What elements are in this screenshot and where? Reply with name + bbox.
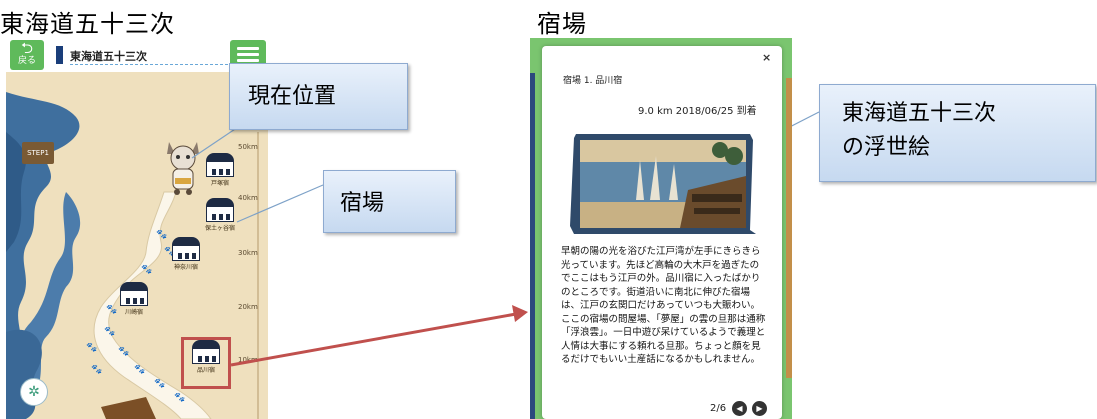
svg-text:🐾: 🐾: [118, 346, 129, 357]
back-button[interactable]: ⮌ 戻る: [10, 40, 44, 70]
current-position-marker: [161, 138, 205, 198]
callout-ukiyoe: 東海道五十三次 の浮世絵: [819, 84, 1096, 182]
station-totsuka[interactable]: 戸塚宿: [204, 153, 236, 187]
station-kawasaki[interactable]: 川崎宿: [118, 282, 150, 316]
station-description: 早朝の陽の光を浴びた江戸湾が左手にきらきら光っています。先ほど高輪の大木戸を過ぎ…: [561, 246, 766, 365]
station-roof: [120, 282, 148, 291]
back-arrow-icon: ⮌: [20, 39, 33, 57]
station-detail-screen: × 宿場 1. 品川宿 9.0 km 2018/06/25 到着 早朝の陽の光を…: [530, 38, 792, 419]
compass-icon[interactable]: ✲: [20, 378, 48, 406]
km-mark: 30km: [238, 249, 258, 257]
svg-text:🐾: 🐾: [154, 378, 165, 389]
back-label: 戻る: [17, 56, 36, 66]
screen-edge-right: [786, 78, 792, 378]
svg-text:🐾: 🐾: [106, 304, 117, 315]
station-title: 宿場 1. 品川宿: [563, 76, 623, 86]
step-sign: STEP1: [22, 142, 54, 164]
prev-page-button[interactable]: ◀: [732, 401, 747, 416]
callout-shukuba: 宿場: [323, 170, 456, 233]
station-house-icon: [120, 291, 148, 306]
menu-icon-bar: [237, 59, 259, 62]
station-roof: [172, 237, 200, 246]
selected-station-highlight: [181, 337, 231, 389]
station-label: 戸塚宿: [210, 180, 229, 187]
km-mark: 20km: [238, 303, 258, 311]
svg-text:🐾: 🐾: [174, 392, 185, 403]
screen-edge-left: [530, 73, 535, 419]
svg-text:🐾: 🐾: [156, 229, 167, 240]
station-roof: [206, 198, 234, 207]
station-house-icon: [172, 246, 200, 261]
station-hodogaya[interactable]: 保土ヶ谷宿: [204, 198, 236, 232]
menu-icon-bar: [237, 53, 259, 56]
station-roof: [206, 153, 234, 162]
station-label: 神奈川宿: [173, 264, 198, 271]
title-marker: [56, 46, 63, 64]
km-mark: 50km: [238, 143, 258, 151]
right-heading: 宿場: [537, 10, 587, 38]
svg-text:🐾: 🐾: [91, 364, 102, 375]
svg-text:🐾: 🐾: [141, 264, 152, 275]
station-card: × 宿場 1. 品川宿 9.0 km 2018/06/25 到着 早朝の陽の光を…: [542, 46, 782, 419]
title-underline: [70, 64, 228, 65]
svg-text:🐾: 🐾: [86, 342, 97, 353]
station-label: 保土ヶ谷宿: [204, 225, 235, 232]
station-house-icon: [206, 162, 234, 177]
left-heading: 東海道五十三次: [0, 10, 175, 38]
close-icon[interactable]: ×: [762, 51, 771, 64]
station-label: 川崎宿: [124, 309, 143, 316]
menu-icon: [237, 47, 259, 50]
ukiyoe-image: [570, 130, 756, 237]
next-page-button[interactable]: ▶: [752, 401, 767, 416]
callout-ukiyoe-line2: の浮世絵: [842, 135, 931, 160]
chevron-left-icon: ◀: [736, 404, 743, 413]
svg-text:🐾: 🐾: [104, 326, 115, 337]
svg-text:🐾: 🐾: [134, 364, 145, 375]
arrival-meta: 9.0 km 2018/06/25 到着: [638, 106, 757, 117]
station-kanagawa[interactable]: 神奈川宿: [170, 237, 202, 271]
km-mark: 10km: [238, 356, 258, 364]
callout-ukiyoe-line1: 東海道五十三次: [842, 101, 997, 126]
km-mark: 40km: [238, 194, 258, 202]
app-title: 東海道五十三次: [70, 50, 147, 63]
callout-current-position: 現在位置: [229, 63, 408, 130]
page-indicator: 2/6: [710, 403, 727, 414]
station-house-icon: [206, 207, 234, 222]
chevron-right-icon: ▶: [756, 404, 763, 413]
